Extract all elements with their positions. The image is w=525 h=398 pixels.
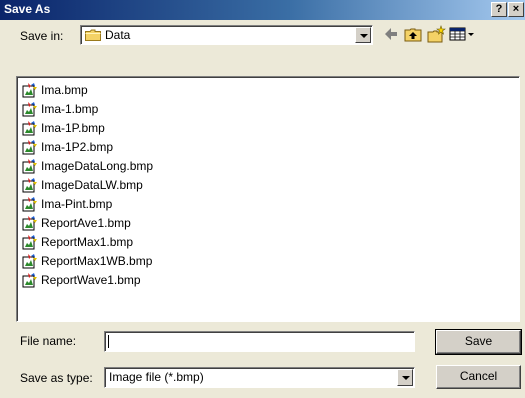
bitmap-file-icon bbox=[22, 196, 38, 212]
folder-icon bbox=[85, 29, 101, 41]
save-as-dialog: Save As ? × Save in: Data Ima.bmp Ima-1.b… bbox=[0, 0, 525, 398]
file-item-name: Ima-1P2.bmp bbox=[41, 140, 114, 154]
save-in-label: Save in: bbox=[20, 29, 64, 43]
view-menu-icon[interactable] bbox=[448, 25, 476, 43]
file-item[interactable]: ReportWave1.bmp bbox=[22, 271, 222, 290]
file-item-name: ReportAve1.bmp bbox=[41, 216, 131, 230]
bitmap-file-icon bbox=[22, 82, 38, 98]
file-item[interactable]: ReportAve1.bmp bbox=[22, 214, 222, 233]
save-as-type-label: Save as type: bbox=[20, 371, 93, 385]
file-item-name: ReportWave1.bmp bbox=[41, 273, 141, 287]
file-item[interactable]: Ima-1P.bmp bbox=[22, 119, 222, 138]
bitmap-file-icon bbox=[22, 120, 38, 136]
bitmap-file-icon bbox=[22, 215, 38, 231]
close-button[interactable]: × bbox=[508, 2, 524, 17]
chevron-down-icon[interactable] bbox=[355, 27, 371, 43]
title-bar[interactable]: Save As ? × bbox=[0, 0, 525, 20]
window-title: Save As bbox=[4, 2, 51, 16]
file-item-name: Ima-1P.bmp bbox=[41, 121, 105, 135]
save-button[interactable]: Save bbox=[435, 329, 522, 355]
file-list[interactable]: Ima.bmp Ima-1.bmp Ima-1P.bmp Ima-1P2.bmp Ima… bbox=[16, 76, 520, 322]
file-item-name: Ima-1.bmp bbox=[41, 102, 99, 116]
cancel-button[interactable]: Cancel bbox=[436, 365, 521, 389]
bitmap-file-icon bbox=[22, 158, 38, 174]
folder-up-icon[interactable] bbox=[403, 25, 423, 43]
file-item[interactable]: ReportMax1WB.bmp bbox=[22, 252, 222, 271]
file-item[interactable]: ImageDataLW.bmp bbox=[22, 176, 222, 195]
file-item-name: ReportMax1WB.bmp bbox=[41, 254, 153, 268]
save-in-value: Data bbox=[105, 28, 131, 42]
save-in-dropdown[interactable]: Data bbox=[80, 25, 373, 45]
chevron-down-icon[interactable] bbox=[397, 369, 413, 386]
file-item-name: Ima-Pint.bmp bbox=[41, 197, 113, 211]
file-item-name: ImageDataLW.bmp bbox=[41, 178, 143, 192]
file-item[interactable]: Ima-Pint.bmp bbox=[22, 195, 222, 214]
save-as-type-value: Image file (*.bmp) bbox=[109, 370, 204, 384]
file-item-name: ReportMax1.bmp bbox=[41, 235, 134, 249]
bitmap-file-icon bbox=[22, 101, 38, 117]
text-caret bbox=[108, 335, 109, 348]
bitmap-file-icon bbox=[22, 253, 38, 269]
file-item[interactable]: Ima-1P2.bmp bbox=[22, 138, 222, 157]
file-item[interactable]: Ima-1.bmp bbox=[22, 100, 222, 119]
file-name-label: File name: bbox=[20, 334, 77, 348]
bitmap-file-icon bbox=[22, 177, 38, 193]
file-item[interactable]: Ima.bmp bbox=[22, 81, 222, 100]
file-item[interactable]: ImageDataLong.bmp bbox=[22, 157, 222, 176]
file-name-input[interactable] bbox=[104, 331, 415, 352]
new-folder-icon[interactable] bbox=[426, 25, 446, 43]
bitmap-file-icon bbox=[22, 139, 38, 155]
save-as-type-dropdown[interactable]: Image file (*.bmp) bbox=[104, 367, 415, 388]
file-item[interactable]: ReportMax1.bmp bbox=[22, 233, 222, 252]
file-item-name: ImageDataLong.bmp bbox=[41, 159, 154, 173]
bitmap-file-icon bbox=[22, 234, 38, 250]
help-button[interactable]: ? bbox=[491, 2, 507, 17]
file-item-name: Ima.bmp bbox=[41, 83, 88, 97]
bitmap-file-icon bbox=[22, 272, 38, 288]
arrow-left-icon[interactable] bbox=[381, 25, 401, 43]
